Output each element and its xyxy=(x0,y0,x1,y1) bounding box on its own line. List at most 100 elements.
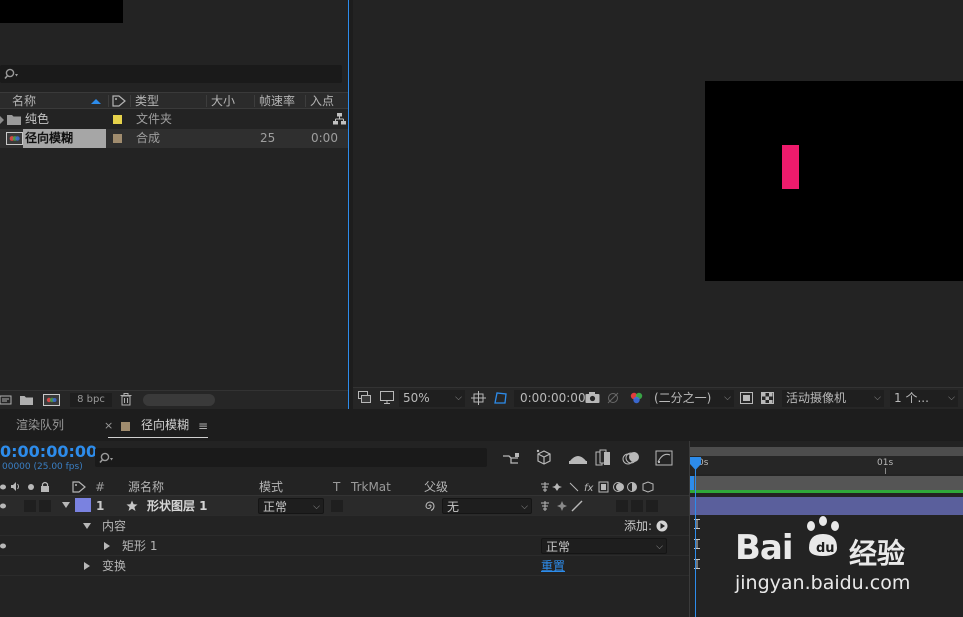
flowchart-icon[interactable] xyxy=(333,113,346,125)
current-time-display[interactable]: 0:00:00:00 xyxy=(514,390,586,407)
switch-toggle[interactable] xyxy=(631,500,643,512)
tab-render-queue[interactable]: 渲染队列 xyxy=(16,415,64,435)
video-eye-icon[interactable] xyxy=(0,483,8,491)
label-color-swatch[interactable] xyxy=(113,134,122,143)
column-in-point[interactable]: 入点 xyxy=(310,93,334,109)
column-track-matte: TrkMat xyxy=(351,480,391,494)
resolution-dropdown[interactable]: (二分之一) ⌵ xyxy=(650,390,734,407)
expand-arrow-icon[interactable] xyxy=(83,523,91,530)
solo-dot-icon[interactable] xyxy=(27,483,35,491)
layer-name[interactable]: 形状图层 1 xyxy=(147,496,208,516)
interpret-footage-icon[interactable] xyxy=(0,395,12,406)
column-name[interactable]: 名称 xyxy=(12,93,36,109)
layer-visibility-eye-icon[interactable] xyxy=(0,502,8,510)
layer-label-swatch[interactable] xyxy=(75,498,91,512)
always-preview-icon[interactable] xyxy=(358,391,372,404)
paw-logo-text: du xyxy=(816,541,835,556)
solo-toggle[interactable] xyxy=(39,500,51,512)
shape-layer-rectangle[interactable] xyxy=(782,145,799,189)
toggle-transparency-grid-icon[interactable] xyxy=(761,392,774,404)
comp-flowchart-icon[interactable] xyxy=(502,450,520,466)
render-status-bar xyxy=(690,490,963,493)
graph-editor-icon[interactable] xyxy=(655,449,673,467)
label-color-swatch[interactable] xyxy=(113,115,122,124)
tab-composition[interactable]: 径向模糊 xyxy=(141,415,189,435)
parent-dropdown[interactable]: 无 ⌵ xyxy=(442,498,532,514)
reset-link[interactable]: 重置 xyxy=(541,556,565,576)
label-tag-icon[interactable] xyxy=(112,95,126,107)
expand-arrow-icon[interactable] xyxy=(0,116,5,124)
baidu-jingyan-watermark: Bai du 经验 jingyan.baidu.com xyxy=(735,510,963,610)
expand-arrow-icon[interactable] xyxy=(62,502,70,509)
audio-toggle[interactable] xyxy=(24,500,36,512)
new-folder-icon[interactable] xyxy=(19,394,34,406)
property-row-contents[interactable]: 内容 添加: xyxy=(0,516,690,536)
property-row-rectangle[interactable]: 矩形 1 正常 ⌵ xyxy=(0,536,690,556)
new-composition-icon[interactable] xyxy=(43,394,60,406)
project-panel: 名称 类型 大小 帧速率 入点 纯色 文件夹 径向模糊 合成 25 0:00 8… xyxy=(0,0,349,409)
switches-icons[interactable]: fx xyxy=(540,481,660,493)
motion-blur-icon[interactable] xyxy=(621,449,641,467)
sort-ascending-icon xyxy=(90,98,102,105)
camera-snapshot-icon[interactable] xyxy=(585,391,600,404)
pick-whip-icon[interactable] xyxy=(424,500,436,512)
column-mode[interactable]: 模式 xyxy=(259,477,283,497)
project-scrollbar[interactable] xyxy=(143,394,215,406)
project-search-input[interactable] xyxy=(0,65,342,83)
expand-arrow-icon[interactable] xyxy=(104,542,111,550)
column-number: # xyxy=(95,480,106,494)
switch-toggle[interactable] xyxy=(646,500,658,512)
rectangle-mode-value: 正常 xyxy=(546,540,571,554)
switch-toggle[interactable] xyxy=(616,500,628,512)
playhead-line[interactable] xyxy=(695,461,696,617)
timeline-search-input[interactable] xyxy=(95,448,487,467)
chevron-down-icon: ⌵ xyxy=(521,502,528,512)
views-dropdown[interactable]: 1 个... ⌵ xyxy=(890,390,958,407)
transparency-grid-icon[interactable] xyxy=(493,391,508,405)
quality-switch-icon[interactable] xyxy=(571,500,583,512)
project-item-composition[interactable]: 径向模糊 合成 25 0:00 xyxy=(0,129,348,148)
column-parent[interactable]: 父级 xyxy=(424,477,448,497)
rectangle-mode-dropdown[interactable]: 正常 ⌵ xyxy=(541,538,667,554)
audio-speaker-icon[interactable] xyxy=(10,481,20,492)
region-of-interest-icon[interactable] xyxy=(471,391,486,405)
column-source-name[interactable]: 源名称 xyxy=(128,477,164,497)
show-snapshot-icon[interactable] xyxy=(606,391,620,404)
preserve-transparency-checkbox[interactable] xyxy=(331,500,343,512)
item-name[interactable]: 径向模糊 xyxy=(23,129,106,148)
timeline-current-time[interactable]: 0:00:00:00 xyxy=(0,442,97,462)
property-row-transform[interactable]: 变换 重置 xyxy=(0,556,690,576)
collapse-switch-icon[interactable] xyxy=(556,500,568,512)
monitor-icon[interactable] xyxy=(380,391,394,404)
column-frame-rate[interactable]: 帧速率 xyxy=(259,93,295,109)
panel-menu-icon[interactable]: ≡ xyxy=(198,416,208,436)
draft-3d-icon[interactable] xyxy=(534,448,554,466)
bit-depth-button[interactable]: 8 bpc xyxy=(70,393,112,407)
camera-dropdown[interactable]: 活动摄像机 ⌵ xyxy=(782,390,884,407)
frame-blending-icon[interactable] xyxy=(595,449,613,467)
rectangle-label: 矩形 1 xyxy=(122,539,158,553)
work-area-bar[interactable] xyxy=(690,447,963,456)
trash-icon[interactable] xyxy=(120,393,132,406)
time-ruler[interactable]: 0s 01s xyxy=(690,456,963,474)
shy-switch-icon[interactable] xyxy=(540,500,552,512)
channel-rgb-icon[interactable] xyxy=(629,390,644,405)
column-type[interactable]: 类型 xyxy=(135,93,159,109)
label-tag-icon[interactable] xyxy=(72,481,86,493)
lock-icon[interactable] xyxy=(40,481,50,492)
layer-mode-dropdown[interactable]: 正常 ⌵ xyxy=(258,498,324,514)
zoom-dropdown[interactable]: 50% ⌵ xyxy=(399,390,465,407)
layer-row-shape-layer-1[interactable]: 1 形状图层 1 正常 ⌵ 无 ⌵ xyxy=(0,496,690,516)
add-label: 添加: xyxy=(624,519,653,533)
composition-canvas[interactable] xyxy=(705,81,963,281)
visibility-eye-icon[interactable] xyxy=(0,542,8,550)
add-play-icon[interactable] xyxy=(656,520,668,532)
playhead-handle-icon[interactable] xyxy=(690,457,701,471)
shy-layers-icon[interactable] xyxy=(568,450,588,466)
expand-arrow-icon[interactable] xyxy=(84,562,91,570)
fast-previews-icon[interactable] xyxy=(740,392,753,404)
column-size[interactable]: 大小 xyxy=(211,93,235,109)
project-item-solids-folder[interactable]: 纯色 文件夹 xyxy=(0,110,348,129)
close-tab-icon[interactable]: × xyxy=(104,416,113,436)
views-value: 1 个... xyxy=(894,391,929,405)
